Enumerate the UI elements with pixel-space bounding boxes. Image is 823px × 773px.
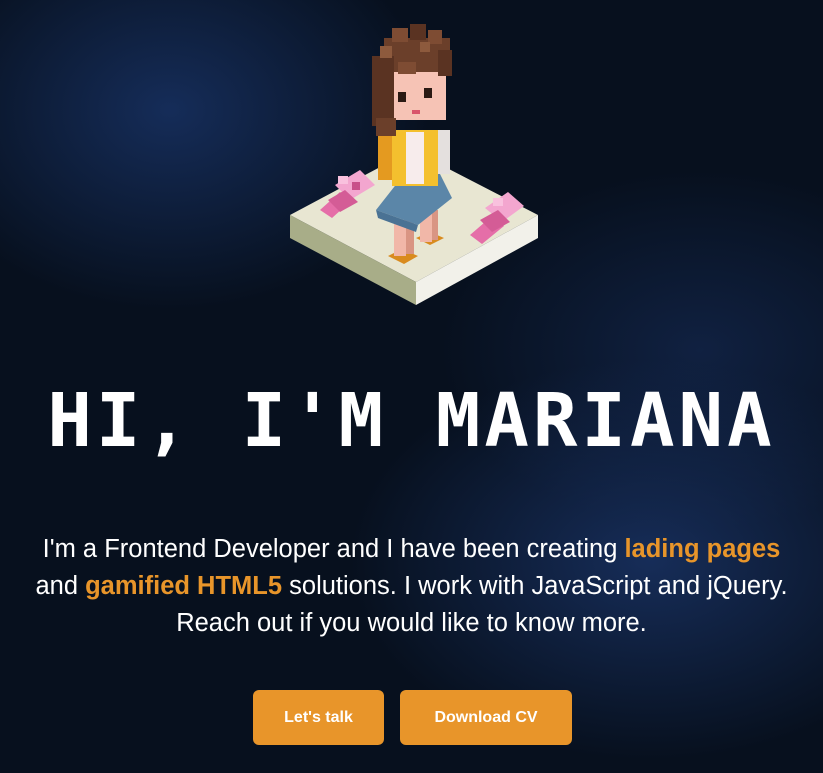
intro-text-part: and xyxy=(35,572,86,600)
intro-text: I'm a Frontend Developer and I have been… xyxy=(20,531,803,642)
download-cv-button[interactable]: Download CV xyxy=(400,690,572,745)
voxel-girl-avatar-icon xyxy=(280,20,550,315)
lets-talk-button[interactable]: Let's talk xyxy=(253,690,384,745)
page-title: HI, I'M MARIANA xyxy=(47,378,776,464)
highlight-gamified-html5: gamified HTML5 xyxy=(85,572,283,600)
intro-text-part: I'm a Frontend Developer and I have been… xyxy=(42,535,625,563)
highlight-landing-pages: lading pages xyxy=(624,535,781,563)
